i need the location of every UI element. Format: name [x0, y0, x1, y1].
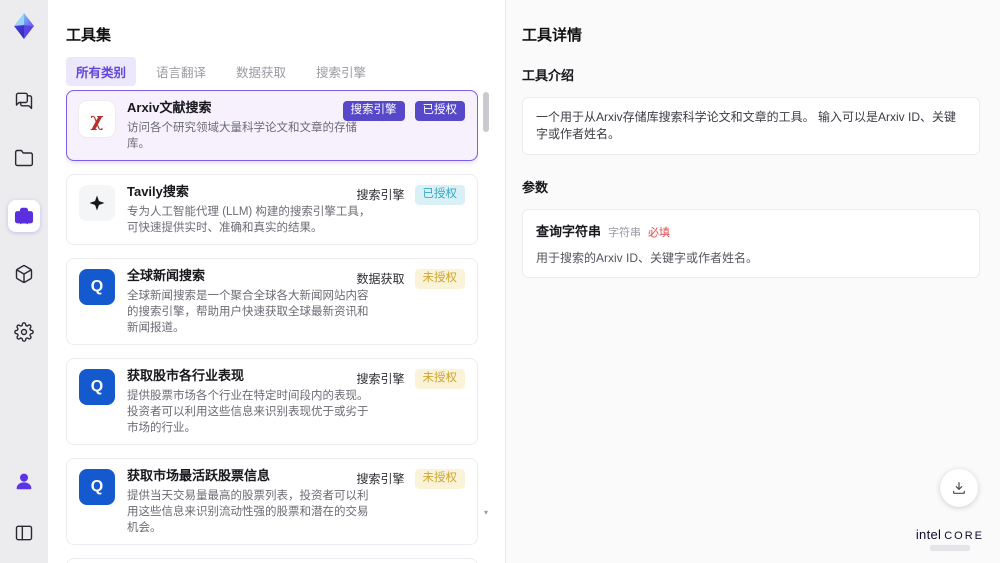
chat-icon — [15, 92, 33, 110]
auth-status-badge: 未授权 — [414, 469, 465, 489]
tool-desc: 专为人工智能代理 (LLM) 构建的搜索引擎工具，可快速提供实时、准确和真实的结… — [127, 206, 371, 234]
arxiv-glyph: χ — [90, 107, 104, 131]
auth-status-badge: 已授权 — [414, 185, 465, 205]
tool-card-active-stocks[interactable]: Q 获取市场最活跃股票信息 提供当天交易量最高的股票列表，投资者可以利用这些信息… — [66, 458, 478, 545]
tool-card-arxiv[interactable]: χ Arxiv文献搜索 访问各个研究领域大量科学论文和文章的存储库。 搜索引擎 … — [66, 90, 478, 161]
intro-card: 一个用于从Arxiv存储库搜索科学论文和文章的工具。 输入可以是Arxiv ID… — [522, 97, 980, 155]
category-label: 搜索引擎 — [356, 188, 405, 203]
left-rail — [0, 0, 48, 563]
q-glyph: Q — [90, 478, 104, 495]
global-news-icon: Q — [79, 269, 115, 305]
tool-meta: 搜索引擎 未授权 — [356, 469, 465, 489]
rail-bottom-nav — [8, 465, 40, 549]
sidebar-item-chat[interactable] — [8, 84, 40, 116]
auth-status-badge: 未授权 — [414, 369, 465, 389]
gem-logo-icon — [14, 13, 34, 39]
tool-desc: 访问各个研究领域大量科学论文和文章的存储库。 — [127, 122, 357, 150]
sidebar-item-tools[interactable] — [8, 200, 40, 232]
tool-list: χ Arxiv文献搜索 访问各个研究领域大量科学论文和文章的存储库。 搜索引擎 … — [66, 90, 478, 563]
tool-text: 获取市场最活跃股票信息 提供当天交易量最高的股票列表，投资者可以利用这些信息来识… — [127, 467, 379, 536]
tab-data-fetch[interactable]: 数据获取 — [226, 57, 296, 86]
category-tabs: 所有类别 语言翻译 数据获取 搜索引擎 — [66, 57, 376, 86]
brand-intel: intel — [915, 527, 942, 542]
tool-name: 全球新闻搜索 — [127, 268, 206, 283]
auth-status-badge: 未授权 — [414, 269, 465, 289]
tool-text: Arxiv文献搜索 访问各个研究领域大量科学论文和文章的存储库。 — [127, 99, 379, 152]
tab-all-categories[interactable]: 所有类别 — [66, 57, 137, 86]
tool-name: 获取市场最活跃股票信息 — [127, 468, 271, 483]
tool-meta: 搜索引擎 已授权 — [356, 185, 465, 205]
scrollbar-down-arrow[interactable]: ▾ — [482, 508, 490, 517]
param-name: 查询字符串 — [536, 224, 602, 239]
param-card: 查询字符串 字符串 必填 用于搜索的Arxiv ID、关键字或作者姓名。 — [522, 209, 980, 278]
folder-icon — [14, 149, 34, 167]
tool-text: Tavily搜索 专为人工智能代理 (LLM) 构建的搜索引擎工具，可快速提供实… — [127, 183, 379, 236]
tool-details-panel: 工具详情 工具介绍 一个用于从Arxiv存储库搜索科学论文和文章的工具。 输入可… — [505, 0, 1000, 563]
tool-text: 获取股市各行业表现 提供股票市场各个行业在特定时间段内的表现。投资者可以利用这些… — [127, 367, 379, 436]
sidebar-item-settings[interactable] — [8, 316, 40, 348]
tool-card-tavily[interactable]: Tavily搜索 专为人工智能代理 (LLM) 构建的搜索引擎工具，可快速提供实… — [66, 174, 478, 245]
tools-panel: 工具集 所有类别 语言翻译 数据获取 搜索引擎 χ Arxiv文献搜索 访问各个… — [48, 0, 505, 563]
tool-desc: 提供当天交易量最高的股票列表，投资者可以利用这些信息来识别流动性强的股票和潜在的… — [127, 490, 369, 534]
stock-sector-icon: Q — [79, 369, 115, 405]
tool-meta: 搜索引擎 未授权 — [356, 369, 465, 389]
tool-meta: 数据获取 未授权 — [356, 269, 465, 289]
tool-card-regional-news[interactable]: 万维地区新闻查询 查询具体行政区划内的新闻，快速了解各地新闻动态 搜索引擎 未授… — [66, 558, 478, 563]
package-icon — [15, 264, 33, 284]
download-icon — [953, 482, 965, 494]
user-icon — [16, 473, 32, 490]
brand-sub-mark — [929, 545, 970, 551]
param-type: 字符串 — [608, 227, 642, 239]
toolbox-icon — [14, 207, 34, 225]
rail-nav — [8, 84, 40, 348]
param-header-row: 查询字符串 字符串 必填 — [536, 221, 966, 240]
tool-meta: 搜索引擎 已授权 — [342, 101, 465, 121]
arxiv-chi-icon: χ — [79, 101, 115, 137]
scrollbar[interactable]: ▾ — [482, 90, 490, 557]
tool-name: Tavily搜索 — [127, 184, 189, 199]
intel-core-logo: intel CORE — [916, 527, 984, 551]
category-label: 搜索引擎 — [356, 372, 405, 387]
category-badge: 搜索引擎 — [342, 101, 405, 121]
details-title: 工具详情 — [522, 27, 583, 44]
tab-language-translation[interactable]: 语言翻译 — [146, 57, 216, 86]
tool-desc: 提供股票市场各个行业在特定时间段内的表现。投资者可以利用这些信息来识别表现优于或… — [127, 390, 369, 434]
tool-name: Arxiv文献搜索 — [127, 100, 212, 115]
sidebar-item-files[interactable] — [8, 142, 40, 174]
tavily-star-icon — [79, 185, 115, 221]
tab-search-engine[interactable]: 搜索引擎 — [306, 57, 376, 86]
q-glyph: Q — [90, 278, 104, 295]
param-desc: 用于搜索的Arxiv ID、关键字或作者姓名。 — [536, 251, 759, 265]
brand-text: intel CORE — [916, 527, 984, 542]
tool-text: 全球新闻搜索 全球新闻搜索是一个聚合全球各大新闻网站内容的搜索引擎，帮助用户快速… — [127, 267, 379, 336]
download-button[interactable] — [940, 469, 978, 507]
param-required-flag: 必填 — [648, 227, 671, 239]
sidebar-item-packages[interactable] — [8, 258, 40, 290]
active-stocks-icon: Q — [79, 469, 115, 505]
intro-section-header: 工具介绍 — [522, 68, 575, 83]
brand-core: CORE — [944, 530, 984, 542]
q-glyph: Q — [90, 378, 104, 395]
category-label: 搜索引擎 — [356, 472, 405, 487]
params-section-header: 参数 — [522, 180, 549, 195]
tool-card-stock-sector[interactable]: Q 获取股市各行业表现 提供股票市场各个行业在特定时间段内的表现。投资者可以利用… — [66, 358, 478, 445]
user-avatar-button[interactable] — [8, 465, 40, 497]
scrollbar-thumb[interactable] — [483, 92, 489, 132]
tool-card-global-news[interactable]: Q 全球新闻搜索 全球新闻搜索是一个聚合全球各大新闻网站内容的搜索引擎，帮助用户… — [66, 258, 478, 345]
category-label: 数据获取 — [356, 272, 405, 287]
intro-text: 一个用于从Arxiv存储库搜索科学论文和文章的工具。 输入可以是Arxiv ID… — [536, 110, 957, 141]
tool-desc: 全球新闻搜索是一个聚合全球各大新闻网站内容的搜索引擎，帮助用户快速获取全球最新资… — [127, 290, 369, 334]
panel-toggle-icon — [15, 525, 33, 541]
auth-status-badge: 已授权 — [414, 101, 465, 121]
tool-name: 获取股市各行业表现 — [127, 368, 245, 383]
page-title: 工具集 — [66, 27, 112, 44]
app-logo[interactable] — [8, 10, 40, 42]
panel-toggle-button[interactable] — [8, 517, 40, 549]
settings-gear-icon — [14, 322, 34, 342]
